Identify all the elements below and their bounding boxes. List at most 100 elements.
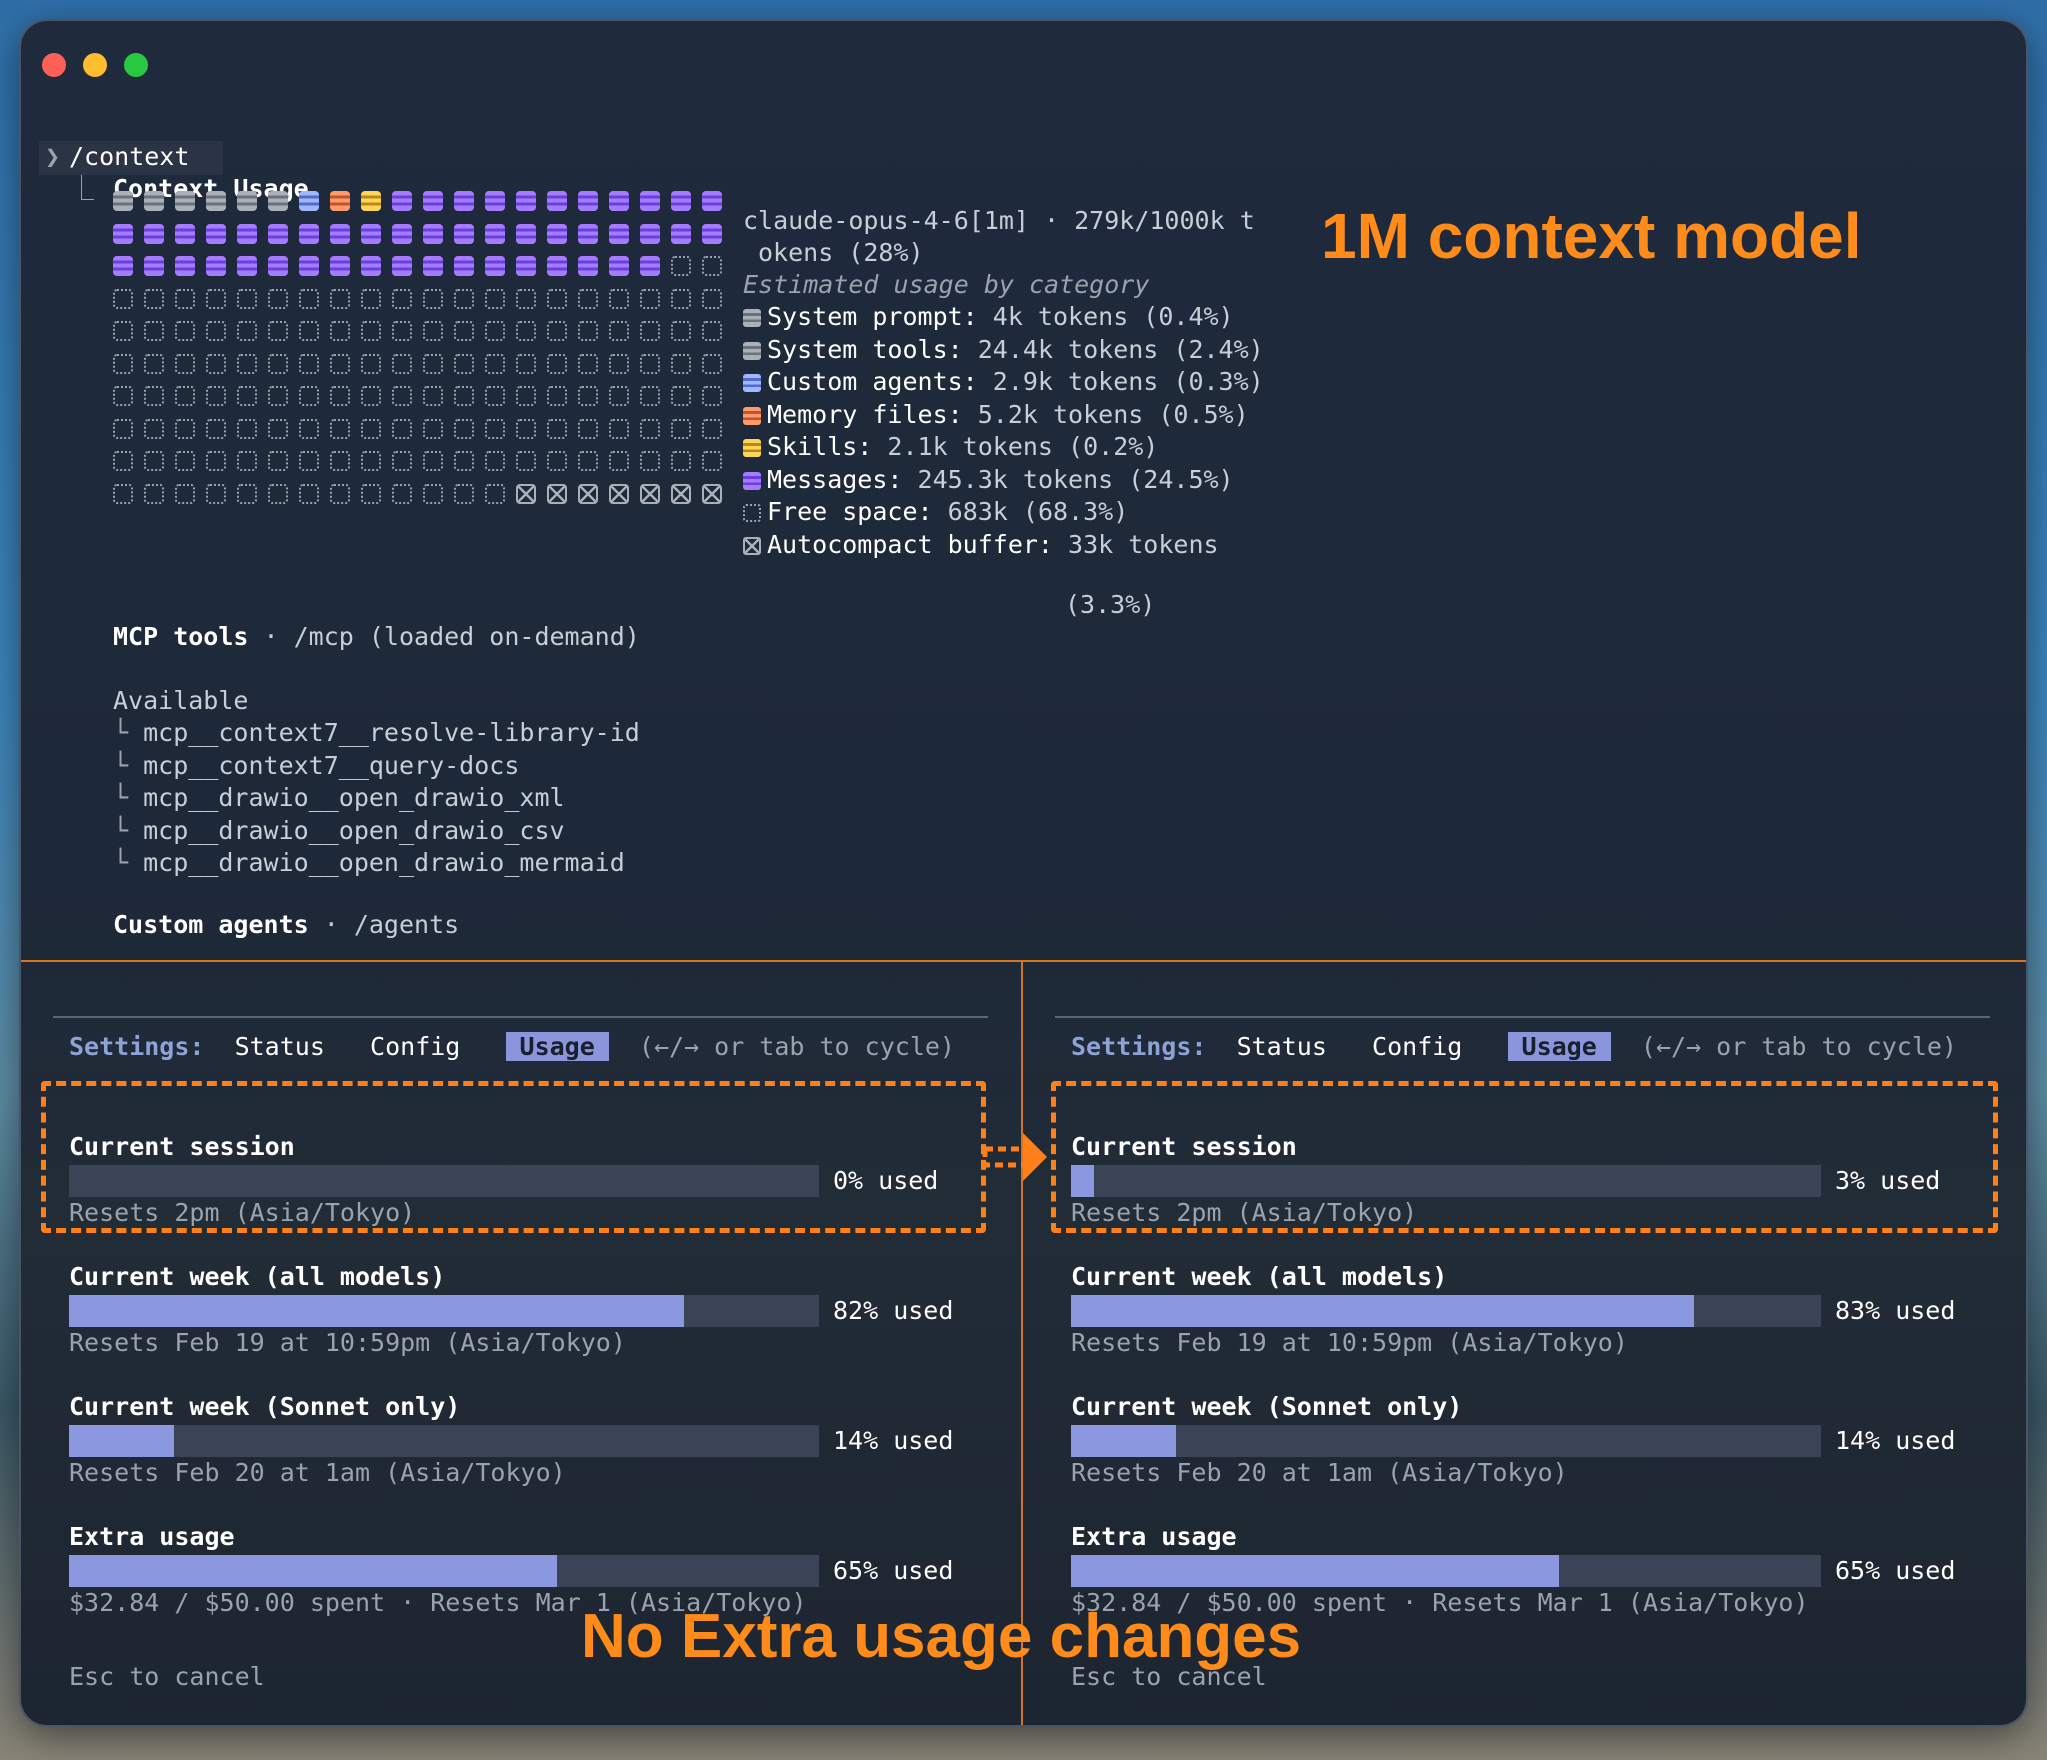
free-space-symbol-icon — [743, 504, 761, 522]
grid-cell-buf — [702, 483, 722, 504]
grid-cell-free — [330, 288, 350, 309]
grid-cell-purple — [485, 223, 505, 244]
grid-cell-free — [671, 451, 691, 471]
grid-cell-purple — [330, 256, 350, 276]
grid-cell-free — [640, 321, 660, 341]
grid-cell-free — [175, 483, 195, 504]
estimated-label: Estimated usage by category — [743, 270, 1150, 299]
grid-cell-free — [485, 386, 505, 406]
settings-label: Settings: — [1071, 1032, 1207, 1061]
grid-cell-free — [299, 418, 319, 439]
grid-cell-free — [454, 353, 474, 374]
category-value: 33k tokens — [1068, 529, 1219, 559]
category-value: 2.1k tokens (0.2%) — [887, 432, 1159, 461]
model-line-2: okens (28%) — [758, 238, 924, 267]
grid-cell-purple — [516, 223, 536, 244]
grid-cell-purple — [485, 191, 505, 211]
grid-cell-free — [113, 288, 133, 309]
grid-cell-free — [206, 386, 226, 406]
grid-cell-free — [237, 451, 257, 471]
usage-reset-text: Resets Feb 19 at 10:59pm (Asia/Tokyo) — [69, 1328, 626, 1357]
grid-cell-purple — [423, 256, 443, 276]
grid-cell-free — [175, 321, 195, 341]
usage-percent-label: 14% used — [833, 1426, 954, 1455]
grid-cell-buf — [516, 483, 536, 504]
context-grid — [113, 185, 733, 557]
usage-progress-fill — [69, 1295, 684, 1327]
close-button[interactable] — [42, 53, 66, 77]
category-label: System prompt: — [767, 302, 978, 331]
usage-row-title: Current week (Sonnet only) — [1071, 1392, 1463, 1421]
grid-cell-purple — [237, 223, 257, 244]
grid-cell-blue — [299, 191, 319, 211]
grid-cell-free — [144, 288, 164, 309]
grid-cell-free — [175, 451, 195, 471]
grid-cell-purple — [640, 256, 660, 276]
grid-cell-free — [330, 321, 350, 341]
grid-cell-free — [330, 451, 350, 471]
grid-cell-buf — [671, 483, 691, 504]
usage-progress-fill — [69, 1555, 557, 1587]
grid-cell-free — [423, 321, 443, 341]
grid-cell-purple — [671, 191, 691, 211]
grid-cell-free — [299, 321, 319, 341]
grid-cell-free — [702, 451, 722, 471]
grid-cell-purple — [671, 223, 691, 244]
grid-cell-purple — [454, 191, 474, 211]
grid-cell-free — [640, 288, 660, 309]
grid-cell-free — [268, 321, 288, 341]
mcp-tool-item: └ mcp__drawio__open_drawio_csv — [113, 815, 565, 847]
grid-cell-free — [268, 353, 288, 374]
grid-cell-buf — [640, 483, 660, 504]
yellow-symbol-icon — [743, 439, 761, 457]
mcp-tool-item: └ mcp__drawio__open_drawio_mermaid — [113, 847, 625, 879]
gray-symbol-icon — [743, 309, 761, 327]
grid-cell-purple — [423, 223, 443, 244]
grid-cell-free — [671, 418, 691, 439]
grid-cell-free — [671, 386, 691, 406]
zoom-button[interactable] — [124, 53, 148, 77]
category-label: Autocompact buffer: — [767, 529, 1053, 559]
available-label: Available — [113, 686, 249, 715]
grid-cell-free — [144, 451, 164, 471]
tab-usage[interactable]: Usage — [1507, 1032, 1611, 1061]
minimize-button[interactable] — [83, 53, 107, 77]
category-label: Free space: — [767, 497, 933, 526]
grid-cell-free — [423, 418, 443, 439]
tree-branch-icon: └ — [113, 718, 144, 747]
tab-config[interactable]: Config — [370, 1032, 460, 1061]
category-value: 245.3k tokens (24.5%) — [917, 464, 1234, 494]
grid-cell-free — [268, 386, 288, 406]
grid-cell-free — [547, 451, 567, 471]
grid-cell-purple — [361, 256, 381, 276]
grid-cell-free — [485, 321, 505, 341]
mcp-sub: · /mcp (loaded on-demand) — [248, 622, 640, 651]
mcp-tool-name: mcp__drawio__open_drawio_xml — [143, 783, 565, 812]
grid-cell-purple — [268, 256, 288, 276]
grid-cell-free — [485, 288, 505, 309]
grid-cell-free — [640, 451, 660, 471]
grid-cell-purple — [609, 191, 629, 211]
grid-cell-purple — [578, 256, 598, 276]
category-row: Custom agents: 2.9k tokens (0.3%) — [743, 366, 1264, 398]
category-label: System tools: — [767, 334, 963, 364]
tab-status[interactable]: Status — [235, 1032, 325, 1061]
grid-cell-free — [330, 386, 350, 406]
usage-percent-label: 65% used — [833, 1556, 954, 1585]
grid-cell-free — [237, 288, 257, 309]
tab-usage[interactable]: Usage — [505, 1032, 609, 1061]
grid-cell-free — [392, 288, 412, 309]
highlight-box-left — [41, 1081, 986, 1233]
mcp-tool-name: mcp__context7__resolve-library-id — [143, 718, 640, 747]
grid-cell-free — [454, 386, 474, 406]
tab-status[interactable]: Status — [1237, 1032, 1327, 1061]
grid-cell-purple — [702, 223, 722, 244]
grid-cell-free — [206, 483, 226, 504]
gray-symbol-icon — [743, 341, 761, 360]
grid-cell-free — [268, 418, 288, 439]
category-row: System tools: 24.4k tokens (2.4%) — [743, 334, 1264, 366]
tab-config[interactable]: Config — [1372, 1032, 1462, 1061]
grid-cell-free — [578, 451, 598, 471]
agents-line: Custom agents · /agents — [113, 909, 459, 941]
grid-cell-purple — [268, 223, 288, 244]
